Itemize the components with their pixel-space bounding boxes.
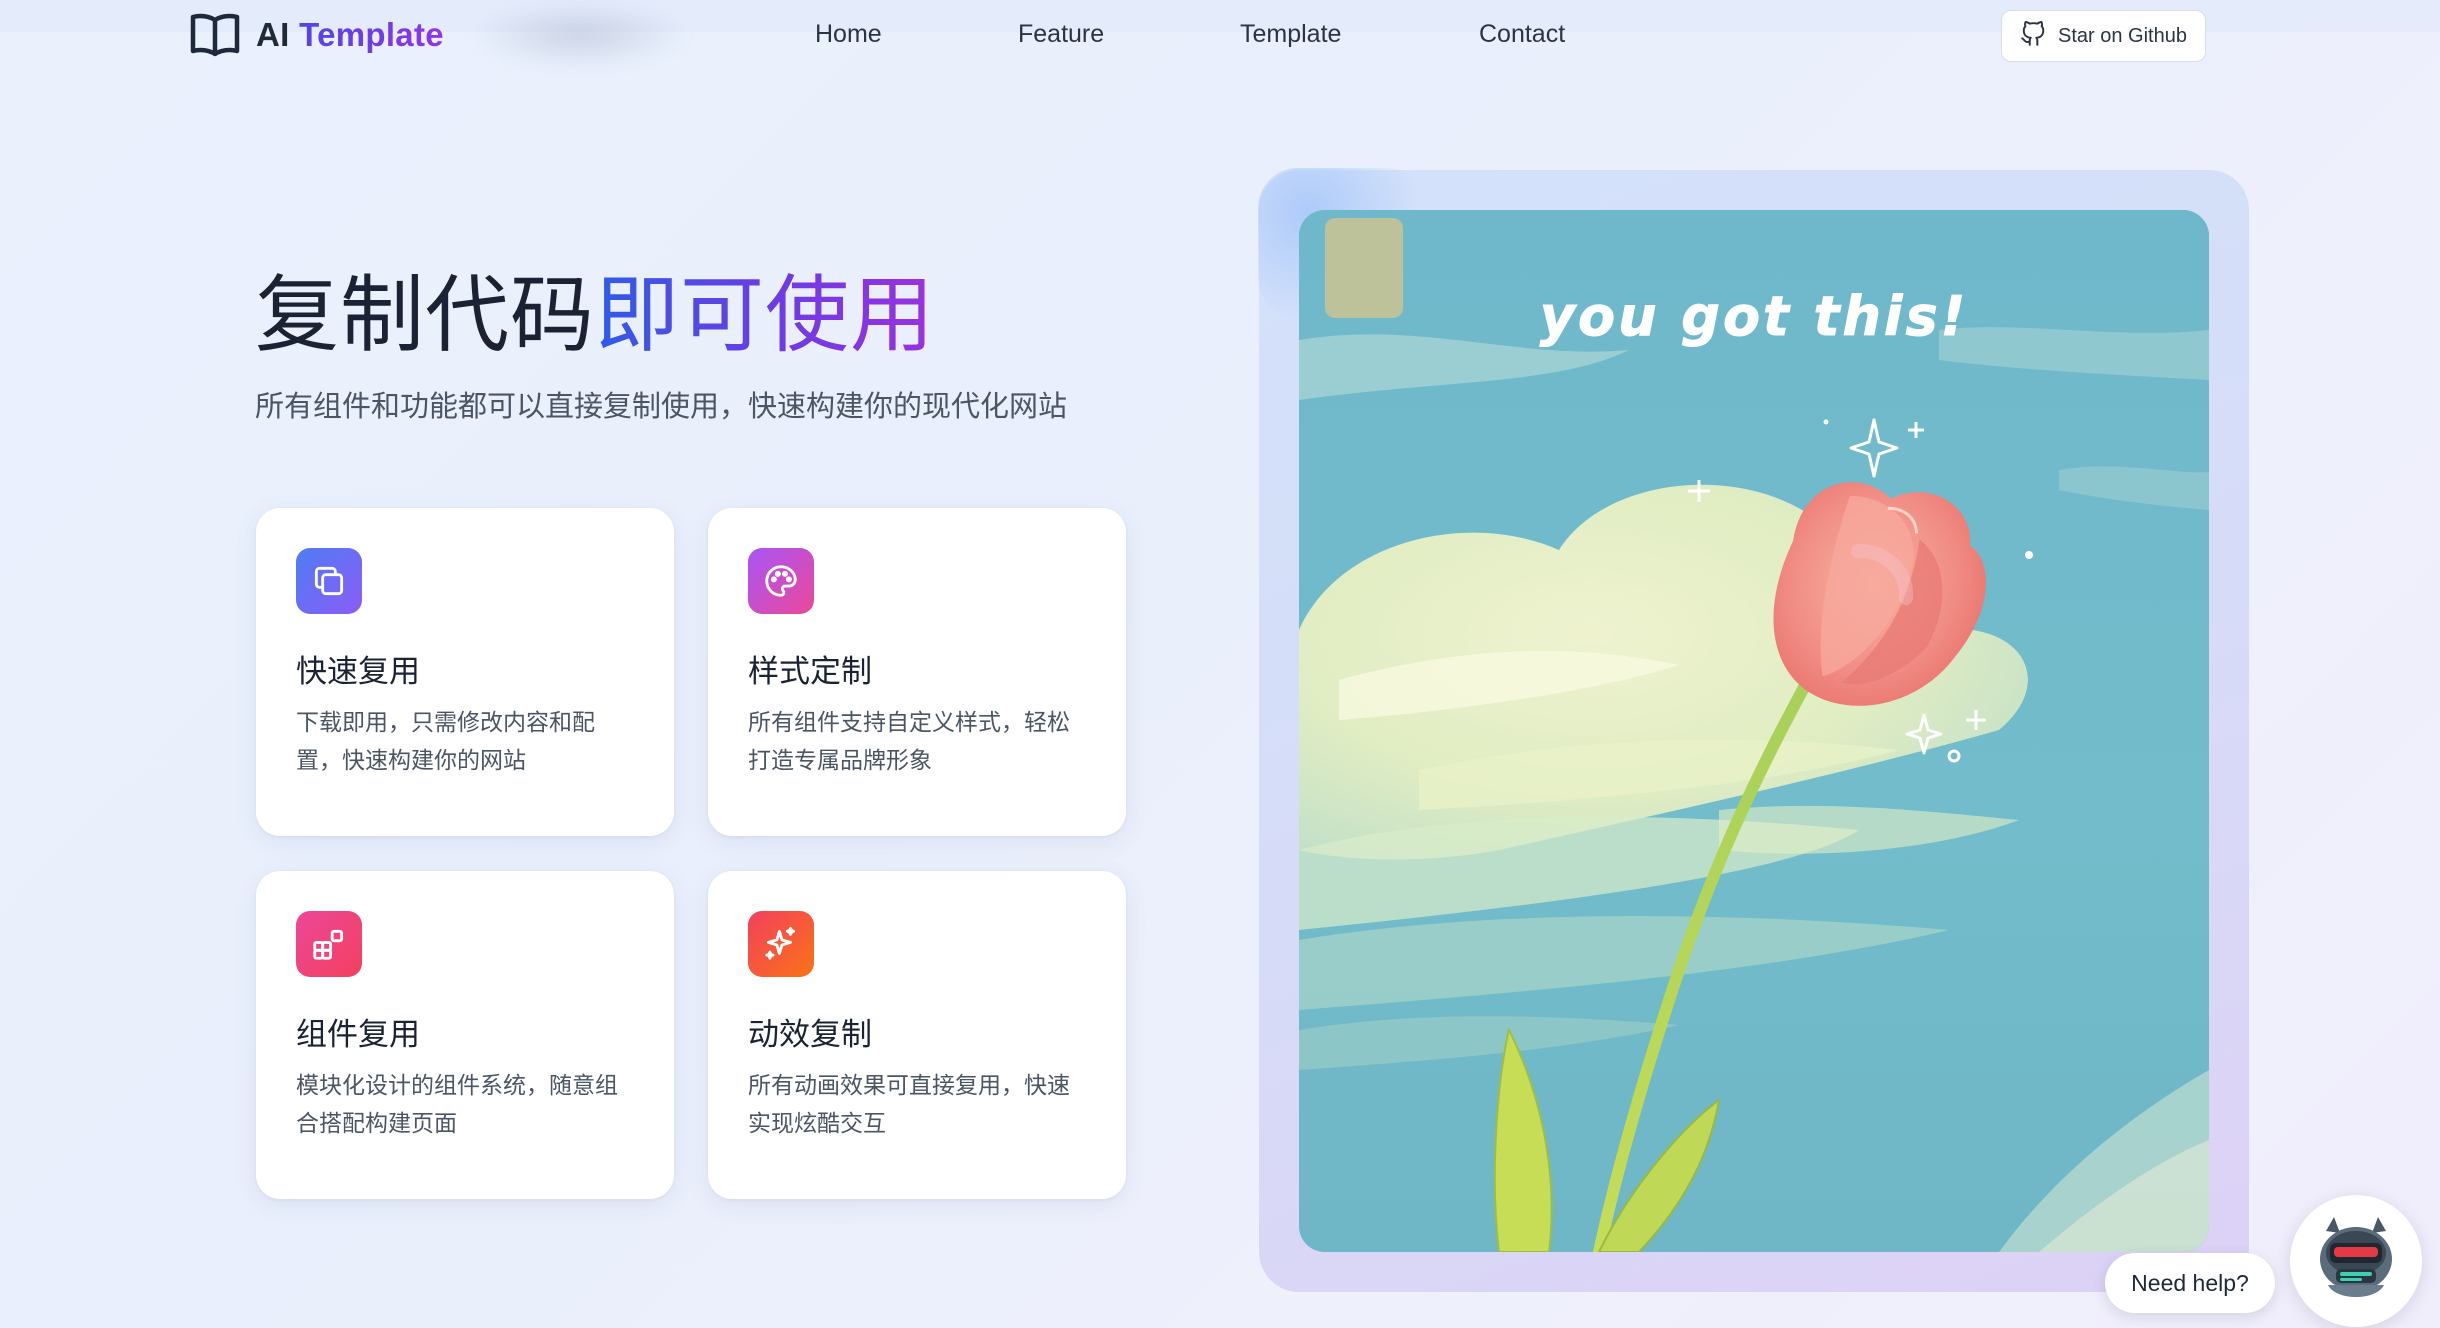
feature-desc: 所有组件支持自定义样式，轻松打造专属品牌形象: [748, 710, 1070, 774]
nav-feature[interactable]: Feature: [1018, 20, 1104, 49]
feature-title: 快速复用: [296, 654, 420, 690]
hero-title-accent: 即可使用: [595, 266, 936, 364]
sparkles-icon: [748, 911, 814, 977]
brand-name: AI Template: [256, 16, 444, 54]
nav-home[interactable]: Home: [815, 20, 882, 49]
github-star-button[interactable]: Star on Github: [2001, 10, 2206, 62]
brand-logo[interactable]: AI Template: [190, 12, 444, 58]
feature-card-component-reuse[interactable]: 组件复用 模块化设计的组件系统，随意组合搭配构建页面: [256, 871, 674, 1199]
hero-illustration: you got this!: [1299, 210, 2209, 1252]
feature-desc: 下载即用，只需修改内容和配置，快速构建你的网站: [296, 710, 595, 774]
book-icon: [190, 12, 240, 58]
brand-name-accent: Template: [299, 16, 444, 53]
logo-glow: [470, 0, 690, 70]
need-help-bubble[interactable]: Need help?: [2105, 1253, 2275, 1313]
nav-contact[interactable]: Contact: [1479, 20, 1565, 49]
chat-bot-button[interactable]: [2290, 1195, 2422, 1327]
navbar: AI Template Home Feature Template Contac…: [0, 0, 2440, 72]
github-icon: [2020, 21, 2046, 51]
brand-name-plain: AI: [256, 16, 290, 53]
feature-desc: 所有动画效果可直接复用，快速实现炫酷交互: [748, 1073, 1070, 1137]
feature-title: 动效复制: [748, 1017, 872, 1053]
blocks-icon: [296, 911, 362, 977]
github-button-label: Star on Github: [2058, 24, 2187, 47]
palette-icon: [748, 548, 814, 614]
need-help-label: Need help?: [2131, 1269, 2249, 1296]
feature-card-animation-copy[interactable]: 动效复制 所有动画效果可直接复用，快速实现炫酷交互: [708, 871, 1126, 1199]
copy-icon: [296, 548, 362, 614]
hero-title-plain: 复制代码: [255, 266, 596, 364]
hero-title: 复制代码即可使用: [255, 248, 935, 369]
robot-icon: [2306, 1209, 2406, 1313]
hero-subtitle: 所有组件和功能都可以直接复制使用，快速构建你的现代化网站: [255, 389, 1068, 423]
feature-title: 样式定制: [748, 654, 872, 690]
nav-template[interactable]: Template: [1240, 20, 1341, 49]
illustration-caption: you got this!: [1540, 285, 1968, 348]
feature-desc: 模块化设计的组件系统，随意组合搭配构建页面: [296, 1073, 618, 1137]
feature-title: 组件复用: [296, 1017, 420, 1053]
feature-card-style-custom[interactable]: 样式定制 所有组件支持自定义样式，轻松打造专属品牌形象: [708, 508, 1126, 836]
feature-card-quick-reuse[interactable]: 快速复用 下载即用，只需修改内容和配置，快速构建你的网站: [256, 508, 674, 836]
